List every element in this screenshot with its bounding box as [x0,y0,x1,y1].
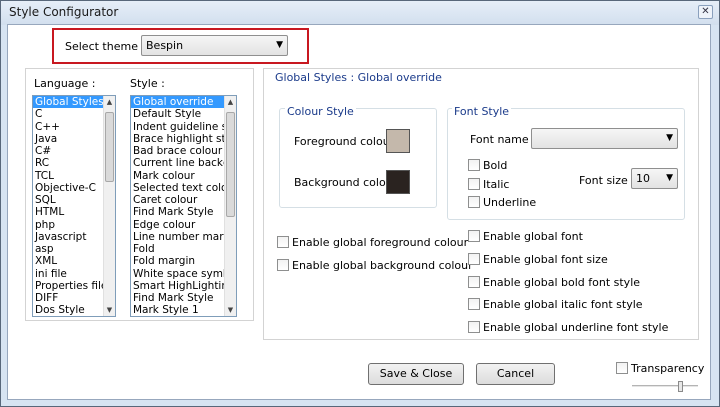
style-label: Style : [130,77,165,90]
enable-global-foreground-checkbox[interactable]: Enable global foreground colour [277,236,468,250]
checkbox-box[interactable] [277,236,289,248]
chevron-down-icon: ▼ [666,173,673,183]
style-list-item[interactable]: Find Mark Style [131,206,236,218]
style-list[interactable]: Global override Default Style Indent guide… [130,95,237,317]
transparency-checkbox[interactable]: Transparency [616,362,704,376]
style-list-item[interactable]: Mark colour [131,170,236,182]
style-list-item[interactable]: Fold margin [131,255,236,267]
style-list-item[interactable]: Find Mark Style [131,292,236,304]
window-title: Style Configurator [9,5,119,19]
enable-global-font-checkbox[interactable]: Enable global font [468,230,583,244]
transparency-slider[interactable] [632,385,698,388]
style-scrollbar[interactable]: ▲ ▼ [224,96,236,316]
font-size-label: Font size : [579,174,635,187]
font-name-select[interactable]: ▼ [531,128,678,149]
language-scrollbar[interactable]: ▲ ▼ [103,96,115,316]
checkbox-label: Enable global underline font style [483,321,669,334]
checkbox-box[interactable] [468,159,480,171]
background-colour-label: Background colour [294,176,398,189]
checkbox-box[interactable] [468,321,480,333]
scroll-up-icon[interactable]: ▲ [225,96,236,108]
style-list-item[interactable]: Mark Style 1 [131,304,236,316]
style-list-item[interactable]: Brace highlight style [131,133,236,145]
theme-label: Select theme : [65,40,146,53]
save-close-button[interactable]: Save & Close [368,363,464,385]
background-colour-swatch[interactable] [386,170,410,194]
font-size-value: 10 [636,172,650,185]
title-bar[interactable]: Style Configurator ✕ [1,1,719,25]
style-list-item[interactable]: Caret colour [131,194,236,206]
font-size-select[interactable]: 10 ▼ [631,168,678,189]
font-style-title: Font Style [452,105,512,118]
language-scroll-thumb[interactable] [105,112,114,182]
theme-select[interactable]: Bespin ▼ [141,35,288,56]
checkbox-label: Enable global foreground colour [292,236,469,249]
enable-global-italic-checkbox[interactable]: Enable global italic font style [468,298,643,312]
checkbox-box[interactable] [468,196,480,208]
font-name-label: Font name : [470,133,536,146]
style-list-item[interactable]: Selected text colour [131,182,236,194]
underline-checkbox[interactable]: Underline [468,196,536,210]
colour-style-title: Colour Style [285,105,356,118]
foreground-colour-label: Foreground colour [294,135,395,148]
scroll-up-icon[interactable]: ▲ [104,96,115,108]
language-label: Language : [34,77,96,90]
transparency-slider-thumb[interactable] [678,381,683,392]
enable-global-background-checkbox[interactable]: Enable global background colour [277,259,473,273]
checkbox-label: Enable global font size [483,253,608,266]
style-list-item[interactable]: White space symbo [131,268,236,280]
checkbox-label: Enable global background colour [292,259,473,272]
italic-label: Italic [483,178,510,191]
checkbox-label: Enable global bold font style [483,276,641,289]
scroll-down-icon[interactable]: ▼ [225,304,236,316]
style-list-item[interactable]: Indent guideline sty [131,121,236,133]
enable-global-font-size-checkbox[interactable]: Enable global font size [468,253,608,267]
checkbox-box[interactable] [468,230,480,242]
checkbox-box[interactable] [468,253,480,265]
chevron-down-icon: ▼ [666,133,673,143]
style-list-item[interactable]: Edge colour [131,219,236,231]
checkbox-box[interactable] [616,362,628,374]
foreground-colour-swatch[interactable] [386,129,410,153]
style-list-item[interactable]: Default Style [131,108,236,120]
style-list-item[interactable]: Global override [131,96,236,109]
checkbox-box[interactable] [277,259,289,271]
language-list[interactable]: Global Styles C C++ Java C# RC TCL Objective-C S… [32,95,116,317]
style-list-item[interactable]: Current line backgr [131,157,236,169]
transparency-label: Transparency [631,362,705,375]
theme-select-value: Bespin [146,39,184,52]
underline-label: Underline [483,196,537,209]
bold-label: Bold [483,159,508,172]
style-list-item[interactable]: Line number margin [131,231,236,243]
enable-global-underline-checkbox[interactable]: Enable global underline font style [468,321,668,335]
checkbox-box[interactable] [468,298,480,310]
style-scroll-thumb[interactable] [226,112,235,217]
bold-checkbox[interactable]: Bold [468,159,507,173]
style-items: Global override Default Style Indent guide… [131,96,236,316]
checkbox-box[interactable] [468,276,480,288]
cancel-button[interactable]: Cancel [476,363,555,385]
style-list-item[interactable]: Fold [131,243,236,255]
close-button[interactable]: ✕ [698,5,713,19]
checkbox-label: Enable global font [483,230,583,243]
checkbox-label: Enable global italic font style [483,298,643,311]
colour-style-group [279,108,437,208]
enable-global-bold-checkbox[interactable]: Enable global bold font style [468,276,640,290]
close-icon: ✕ [701,6,710,17]
style-header: Global Styles : Global override [275,71,442,84]
style-list-item[interactable]: Bad brace colour [131,145,236,157]
checkbox-box[interactable] [468,178,480,190]
style-list-item[interactable]: Smart HighLighting [131,280,236,292]
italic-checkbox[interactable]: Italic [468,178,509,192]
scroll-down-icon[interactable]: ▼ [104,304,115,316]
chevron-down-icon: ▼ [276,40,283,50]
